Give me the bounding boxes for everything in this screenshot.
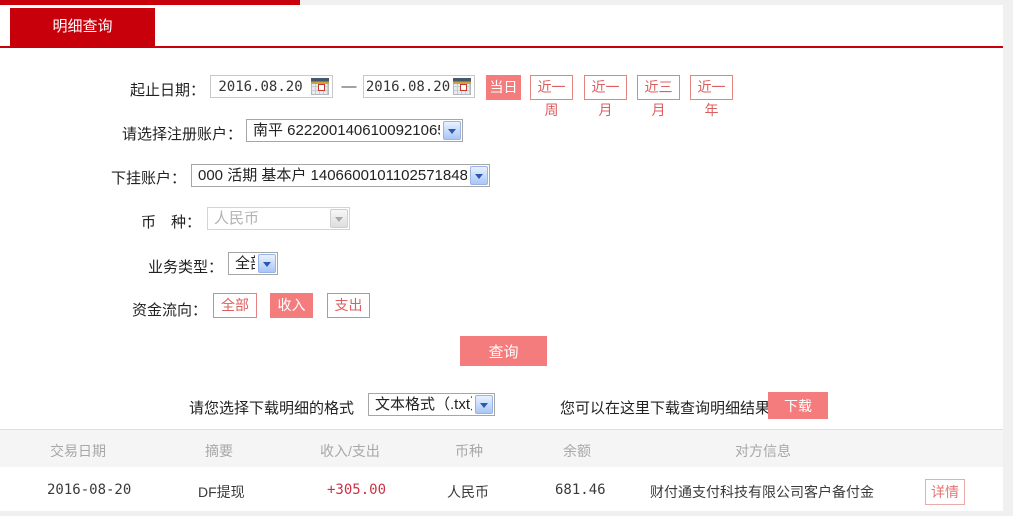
bottom-strip — [0, 511, 1003, 516]
download-format-label: 请您选择下载明细的格式 — [189, 400, 355, 417]
range-week-button[interactable]: 近一周 — [530, 75, 573, 118]
cell-summary: DF提现 — [198, 484, 245, 500]
date-separator: — — [341, 78, 357, 95]
calendar-icon[interactable] — [311, 78, 329, 95]
cell-trade-date: 2016-08-20 — [47, 482, 132, 498]
flow-income-button[interactable]: 收入 — [270, 293, 313, 318]
chevron-down-icon[interactable] — [475, 395, 493, 414]
cell-income-amount: +305.00 — [327, 482, 387, 498]
range-year-button[interactable]: 近一年 — [690, 75, 733, 118]
cell-balance: 681.46 — [555, 482, 606, 498]
chevron-down-icon — [330, 209, 348, 228]
registered-account-label: 请选择注册账户： — [121, 126, 242, 143]
download-button[interactable]: 下载 — [768, 392, 828, 419]
business-type-select[interactable]: 全部 — [228, 252, 278, 275]
flow-all-button[interactable]: 全部 — [213, 293, 257, 318]
currency-value: 人民币 — [214, 210, 260, 227]
header-income-expense: 收入/支出 — [320, 443, 380, 459]
currency-label: 币 种： — [140, 214, 201, 231]
table-row: 2016-08-20 DF提现 +305.00 人民币 681.46 财付通支付… — [0, 467, 1003, 511]
query-button[interactable]: 查询 — [460, 336, 547, 366]
download-format-select[interactable]: 文本格式（.txt） — [368, 393, 495, 416]
table-header-row: 交易日期 摘要 收入/支出 币种 余额 对方信息 — [0, 430, 1003, 467]
top-accent-strip — [0, 0, 300, 5]
sub-account-value: 000 活期 基本户 1406600101102571848 — [198, 167, 467, 184]
cell-currency: 人民币 — [447, 484, 489, 500]
chevron-down-icon[interactable] — [470, 166, 488, 185]
tab-underline — [0, 46, 1003, 48]
cell-counterparty: 财付通支付科技有限公司客户备付金 — [650, 484, 874, 500]
business-type-label: 业务类型： — [147, 259, 223, 276]
header-trade-date: 交易日期 — [50, 443, 106, 459]
range-today-button[interactable]: 当日 — [486, 75, 521, 100]
sub-account-select[interactable]: 000 活期 基本户 1406600101102571848 — [191, 164, 490, 187]
tab-detail-query[interactable]: 明细查询 — [10, 8, 155, 46]
currency-select: 人民币 — [207, 207, 350, 230]
calendar-icon[interactable] — [453, 78, 471, 95]
registered-account-value: 南平 6222001406100921065 灵通卡 — [253, 122, 440, 139]
chevron-down-icon[interactable] — [258, 254, 276, 273]
download-hint: 您可以在这里下载查询明细结果 — [560, 400, 771, 417]
sub-account-label: 下挂账户： — [110, 170, 186, 187]
header-counterparty: 对方信息 — [735, 443, 791, 459]
chevron-down-icon[interactable] — [443, 121, 461, 140]
header-summary: 摘要 — [205, 443, 233, 459]
fund-flow-label: 资金流向： — [131, 302, 207, 319]
range-quarter-button[interactable]: 近三月 — [637, 75, 680, 118]
detail-query-screen: 明细查询 起止日期： — 当日 近一周 近一月 近三月 近一年 请选择注册账户：… — [0, 0, 1013, 516]
download-format-value: 文本格式（.txt） — [375, 396, 472, 413]
business-type-value: 全部 — [235, 255, 255, 272]
header-balance: 余额 — [563, 443, 591, 459]
flow-expense-button[interactable]: 支出 — [327, 293, 370, 318]
date-range-label: 起止日期： — [129, 82, 205, 99]
detail-button[interactable]: 详情 — [925, 479, 965, 505]
range-month-button[interactable]: 近一月 — [584, 75, 627, 118]
registered-account-select[interactable]: 南平 6222001406100921065 灵通卡 — [246, 119, 463, 142]
header-currency: 币种 — [455, 443, 483, 459]
